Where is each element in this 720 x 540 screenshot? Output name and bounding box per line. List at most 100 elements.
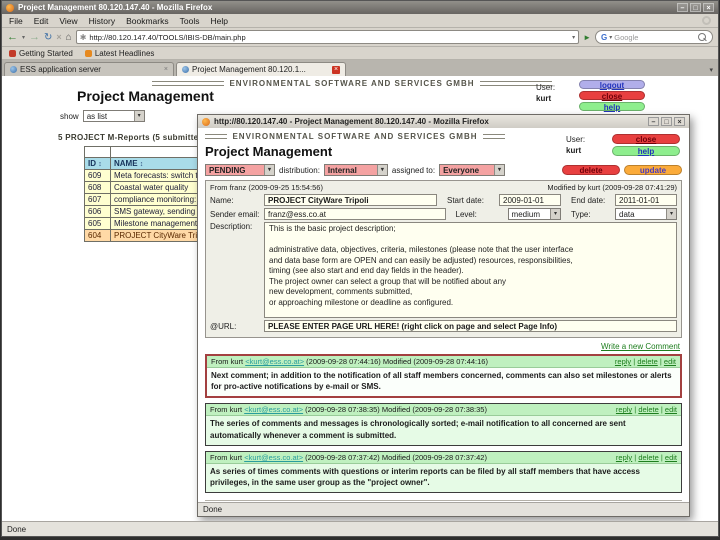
help-button[interactable]: help bbox=[579, 102, 645, 112]
menu-history[interactable]: History bbox=[89, 16, 115, 26]
delete-button[interactable]: delete bbox=[562, 165, 620, 175]
tab-close-icon[interactable]: × bbox=[164, 66, 168, 73]
logout-button[interactable]: logout bbox=[579, 80, 645, 90]
delete-link[interactable]: delete bbox=[637, 357, 657, 366]
popup-viewport: ENVIRONMENTAL SOFTWARE AND SERVICES GMBH… bbox=[198, 128, 689, 502]
go-icon[interactable]: ► bbox=[583, 33, 591, 42]
edit-link[interactable]: edit bbox=[665, 453, 677, 462]
reply-link[interactable]: reply bbox=[616, 405, 632, 414]
url-field[interactable] bbox=[264, 320, 677, 332]
comment-email-link[interactable]: <kurt@ess.co.at> bbox=[244, 453, 303, 462]
name-field[interactable] bbox=[264, 194, 437, 206]
tab-label: ESS application server bbox=[20, 65, 101, 74]
firefox-icon bbox=[202, 117, 210, 126]
desktop: Project Management 80.120.147.40 - Mozil… bbox=[0, 0, 720, 540]
tab-favicon bbox=[182, 66, 189, 73]
menu-view[interactable]: View bbox=[59, 16, 77, 26]
tab-ess-application-server[interactable]: ESS application server × bbox=[4, 62, 174, 76]
distribution-select[interactable]: Internal ▾ bbox=[323, 164, 388, 176]
menu-help[interactable]: Help bbox=[210, 16, 227, 26]
close-icon[interactable]: × bbox=[703, 3, 714, 12]
url-text[interactable]: http://80.120.147.40/TOOLS/IBIS-DB/main.… bbox=[89, 33, 569, 42]
maximize-icon[interactable]: □ bbox=[661, 117, 672, 126]
close-button[interactable]: close bbox=[612, 134, 680, 144]
popup-header: ENVIRONMENTAL SOFTWARE AND SERVICES GMBH… bbox=[205, 130, 682, 159]
show-label: show bbox=[60, 111, 79, 121]
delete-link[interactable]: delete bbox=[638, 453, 658, 462]
level-select[interactable]: medium ▾ bbox=[507, 208, 562, 220]
type-select[interactable]: data ▾ bbox=[615, 208, 677, 220]
start-date-field[interactable] bbox=[499, 194, 561, 206]
back-history-dropdown-icon[interactable]: ▾ bbox=[22, 34, 25, 41]
reply-link[interactable]: reply bbox=[616, 453, 632, 462]
show-select[interactable]: as list ▾ bbox=[82, 110, 145, 122]
search-engine-dropdown-icon[interactable]: ▾ bbox=[609, 34, 612, 41]
maximize-icon[interactable]: □ bbox=[690, 3, 701, 12]
firefox-icon bbox=[6, 3, 14, 12]
name-label: Name: bbox=[210, 195, 234, 205]
search-box[interactable]: G ▾ Google bbox=[595, 30, 713, 44]
write-comment-link[interactable]: Write a new Comment bbox=[601, 342, 680, 351]
comment-item: From kurt <kurt@ess.co.at> (2009-09-28 0… bbox=[205, 354, 682, 399]
tab-project-management[interactable]: Project Management 80.120.1... × bbox=[176, 62, 346, 76]
user-name: kurt bbox=[566, 146, 582, 155]
bookmark-latest-headlines[interactable]: Latest Headlines bbox=[84, 49, 154, 58]
popup-titlebar[interactable]: http://80.120.147.40 - Project Managemen… bbox=[198, 115, 689, 128]
tab-close-icon[interactable]: × bbox=[332, 65, 340, 74]
stop-icon[interactable]: × bbox=[56, 32, 61, 43]
forward-icon[interactable]: → bbox=[29, 31, 40, 43]
url-bar[interactable]: ✱ http://80.120.147.40/TOOLS/IBIS-DB/mai… bbox=[75, 30, 580, 44]
help-button[interactable]: help bbox=[612, 146, 680, 156]
status-bar: Done bbox=[2, 521, 718, 536]
comment-email-link[interactable]: <kurt@ess.co.at> bbox=[245, 357, 304, 366]
id-filter-input[interactable] bbox=[84, 146, 111, 158]
comment-dates: (2009-09-28 07:44:16) Modified (2009-09-… bbox=[306, 357, 488, 366]
home-icon[interactable]: ⌂ bbox=[66, 32, 72, 43]
close-icon[interactable]: × bbox=[674, 117, 685, 126]
rss-icon bbox=[84, 49, 92, 57]
row-id: 608 bbox=[84, 181, 111, 194]
popup-footer: © Copyright 1995-2009 by ESS - Environme… bbox=[205, 500, 682, 502]
main-window-title: Project Management 80.120.147.40 - Mozil… bbox=[18, 3, 213, 12]
column-header-id[interactable]: ID ↕ bbox=[84, 157, 111, 170]
delete-link[interactable]: delete bbox=[638, 405, 658, 414]
comment-email-link[interactable]: <kurt@ess.co.at> bbox=[244, 405, 303, 414]
sender-email-field[interactable] bbox=[264, 208, 446, 220]
user-block: User: kurt bbox=[566, 130, 612, 159]
end-date-field[interactable] bbox=[615, 194, 677, 206]
status-select[interactable]: PENDING ▾ bbox=[205, 164, 275, 176]
bookmark-getting-started[interactable]: Getting Started bbox=[9, 49, 73, 58]
main-titlebar[interactable]: Project Management 80.120.147.40 - Mozil… bbox=[2, 1, 718, 14]
search-icon[interactable] bbox=[698, 32, 707, 42]
bookmarks-bar: Getting Started Latest Headlines bbox=[2, 47, 718, 60]
assigned-to-select[interactable]: Everyone ▾ bbox=[439, 164, 506, 176]
menu-file[interactable]: File bbox=[9, 16, 23, 26]
comment-meta: From kurt <kurt@ess.co.at> (2009-09-28 0… bbox=[210, 453, 487, 462]
comment-meta: From kurt <kurt@ess.co.at> (2009-09-28 0… bbox=[210, 405, 487, 414]
comment-item: From kurt <kurt@ess.co.at> (2009-09-28 0… bbox=[205, 450, 682, 494]
description-textarea[interactable]: This is the basic project description; a… bbox=[264, 222, 677, 318]
menu-bookmarks[interactable]: Bookmarks bbox=[126, 16, 169, 26]
show-row: show as list ▾ bbox=[60, 110, 145, 122]
tab-list-dropdown-icon[interactable]: ▾ bbox=[709, 66, 716, 76]
edit-link[interactable]: edit bbox=[665, 405, 677, 414]
reply-link[interactable]: reply bbox=[615, 357, 631, 366]
menu-tools[interactable]: Tools bbox=[180, 16, 200, 26]
user-label: User: bbox=[566, 135, 586, 144]
comment-meta: From kurt <kurt@ess.co.at> (2009-09-28 0… bbox=[211, 357, 488, 366]
sort-icon: ↕ bbox=[139, 161, 144, 168]
minimize-icon[interactable]: – bbox=[648, 117, 659, 126]
back-icon[interactable]: ← bbox=[7, 31, 18, 43]
minimize-icon[interactable]: – bbox=[677, 3, 688, 12]
search-input[interactable]: Google bbox=[614, 33, 696, 42]
close-button[interactable]: close bbox=[579, 91, 645, 101]
status-controls-row: PENDING ▾ distribution: Internal ▾ assig… bbox=[205, 164, 682, 176]
edit-link[interactable]: edit bbox=[664, 357, 676, 366]
comment-dates: (2009-09-28 07:38:35) Modified (2009-09-… bbox=[305, 405, 487, 415]
update-button[interactable]: update bbox=[624, 165, 682, 175]
page-title: Project Management bbox=[77, 88, 214, 104]
row-id: 607 bbox=[84, 193, 111, 206]
reload-icon[interactable]: ↻ bbox=[44, 32, 52, 43]
url-dropdown-icon[interactable]: ▾ bbox=[572, 34, 575, 41]
menu-edit[interactable]: Edit bbox=[34, 16, 49, 26]
